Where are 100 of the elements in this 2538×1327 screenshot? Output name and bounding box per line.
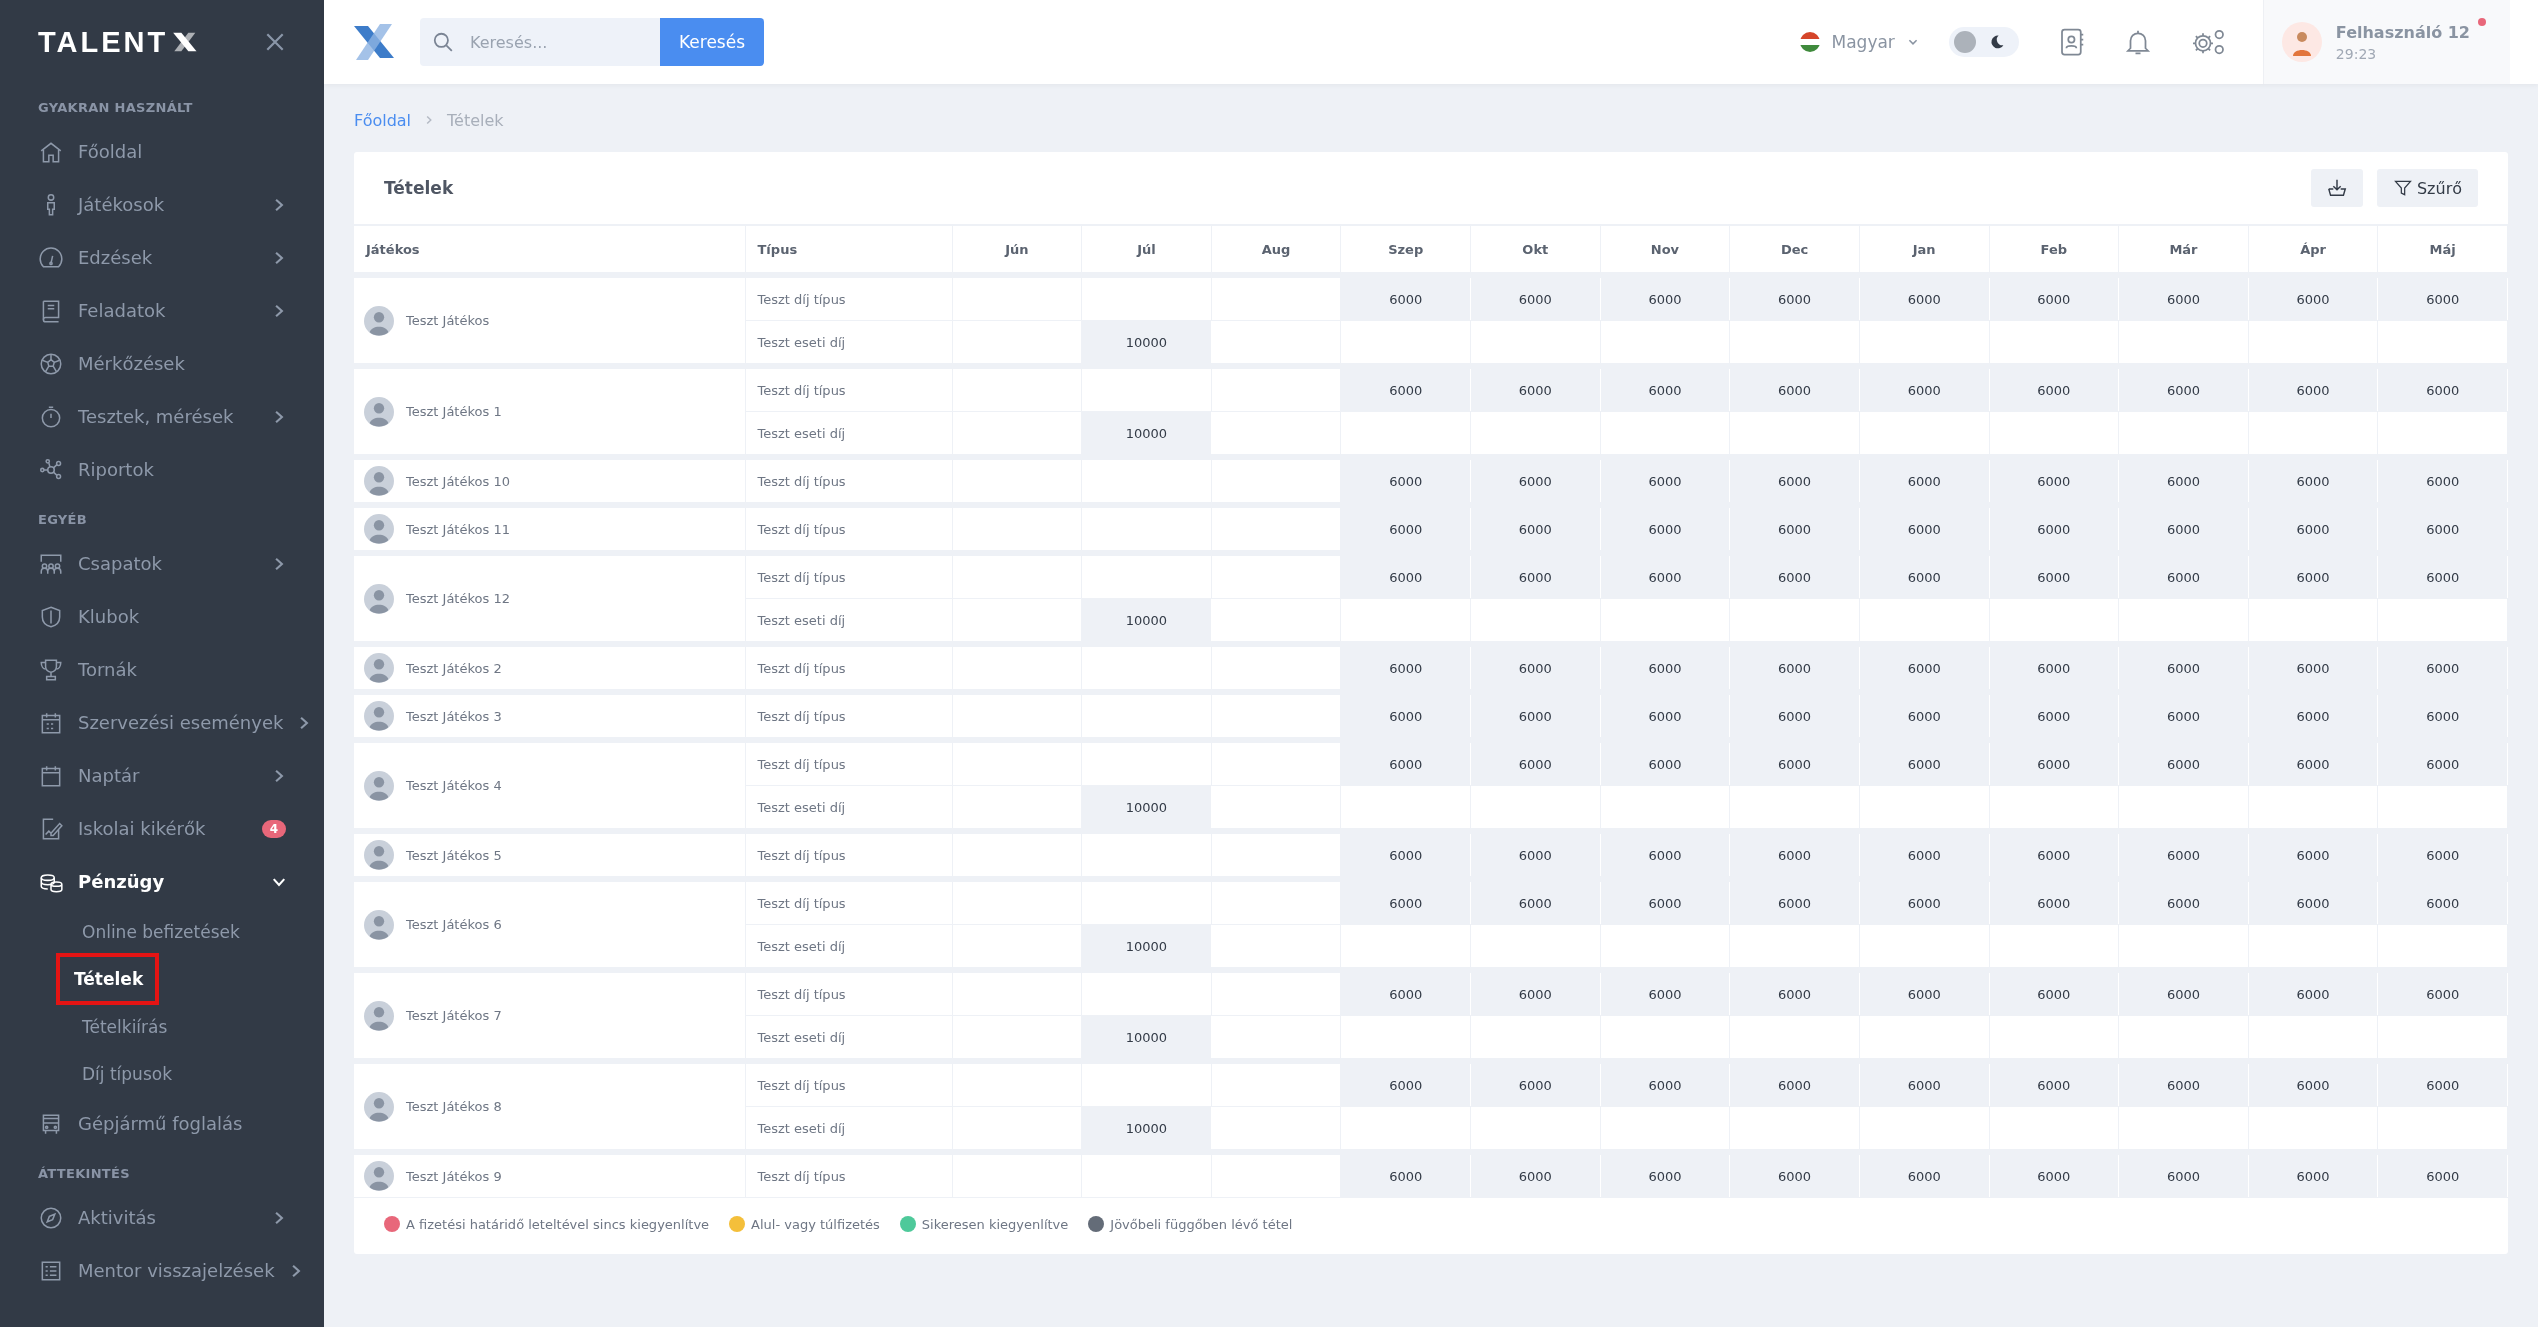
amount-cell[interactable]: 6000	[1989, 457, 2119, 505]
amount-cell[interactable]: 6000	[1989, 366, 2119, 412]
amount-cell[interactable]: 6000	[2377, 740, 2508, 786]
amount-cell[interactable]: 6000	[2377, 644, 2508, 692]
amount-cell[interactable]: 6000	[2248, 1061, 2378, 1107]
amount-cell[interactable]: 6000	[1600, 692, 1730, 740]
amount-cell[interactable]: 6000	[1600, 275, 1730, 321]
amount-cell[interactable]: 6000	[1989, 553, 2119, 599]
amount-cell[interactable]: 6000	[2118, 553, 2249, 599]
amount-cell[interactable]: 6000	[2118, 970, 2249, 1016]
download-button[interactable]	[2310, 169, 2363, 207]
amount-cell[interactable]: 6000	[1859, 275, 1989, 321]
amount-cell[interactable]: 10000	[1081, 924, 1212, 970]
amount-cell[interactable]: 6000	[1859, 644, 1989, 692]
nav-item[interactable]: Aktivitás	[38, 1191, 286, 1244]
player-name[interactable]: Teszt Játékos 4	[406, 778, 502, 793]
submenu-item[interactable]: Díj típusok	[64, 1050, 184, 1097]
amount-cell[interactable]: 6000	[1989, 831, 2119, 879]
nav-item[interactable]: Gépjármű foglalás	[38, 1097, 286, 1150]
amount-cell[interactable]: 6000	[1340, 457, 1471, 505]
amount-cell[interactable]: 6000	[1989, 1152, 2119, 1198]
amount-cell[interactable]: 6000	[1340, 879, 1471, 925]
amount-cell[interactable]: 6000	[1859, 970, 1989, 1016]
amount-cell[interactable]: 6000	[1729, 740, 1860, 786]
amount-cell[interactable]: 6000	[1859, 692, 1989, 740]
amount-cell[interactable]: 6000	[1729, 505, 1860, 553]
amount-cell[interactable]: 6000	[1600, 1061, 1730, 1107]
amount-cell[interactable]: 6000	[1470, 505, 1601, 553]
amount-cell[interactable]: 6000	[1470, 879, 1601, 925]
amount-cell[interactable]: 10000	[1081, 320, 1212, 366]
player-name[interactable]: Teszt Játékos 9	[406, 1168, 502, 1184]
amount-cell[interactable]: 6000	[2377, 1152, 2508, 1198]
amount-cell[interactable]: 6000	[1859, 740, 1989, 786]
amount-cell[interactable]: 6000	[1470, 692, 1601, 740]
amount-cell[interactable]: 10000	[1081, 1015, 1212, 1061]
amount-cell[interactable]: 6000	[2248, 553, 2378, 599]
nav-item[interactable]: Csapatok	[38, 537, 286, 590]
amount-cell[interactable]: 6000	[2377, 1061, 2508, 1107]
amount-cell[interactable]: 6000	[2248, 692, 2378, 740]
amount-cell[interactable]: 6000	[1989, 970, 2119, 1016]
amount-cell[interactable]: 6000	[1600, 1152, 1730, 1198]
nav-item[interactable]: Tornák	[38, 643, 286, 696]
amount-cell[interactable]: 6000	[1340, 366, 1471, 412]
amount-cell[interactable]: 6000	[1600, 644, 1730, 692]
amount-cell[interactable]: 6000	[1989, 644, 2119, 692]
nav-item[interactable]: Tesztek, mérések	[38, 390, 286, 443]
amount-cell[interactable]: 6000	[2377, 831, 2508, 879]
nav-item[interactable]: Klubok	[38, 590, 286, 643]
player-name[interactable]: Teszt Játékos 3	[406, 708, 502, 724]
nav-item[interactable]: Iskolai kikérők 4	[38, 802, 286, 855]
amount-cell[interactable]: 6000	[1340, 831, 1471, 879]
amount-cell[interactable]: 10000	[1081, 785, 1212, 831]
amount-cell[interactable]: 6000	[1470, 644, 1601, 692]
amount-cell[interactable]: 6000	[1470, 457, 1601, 505]
amount-cell[interactable]: 6000	[2248, 970, 2378, 1016]
amount-cell[interactable]: 6000	[1859, 879, 1989, 925]
amount-cell[interactable]: 6000	[2248, 457, 2378, 505]
amount-cell[interactable]: 6000	[2248, 644, 2378, 692]
amount-cell[interactable]: 6000	[2377, 970, 2508, 1016]
amount-cell[interactable]: 6000	[1340, 1152, 1471, 1198]
amount-cell[interactable]: 10000	[1081, 411, 1212, 457]
amount-cell[interactable]: 6000	[2118, 366, 2249, 412]
amount-cell[interactable]: 6000	[2377, 457, 2508, 505]
submenu-item[interactable]: Tételkiírás	[64, 1003, 180, 1050]
nav-item[interactable]: Főoldal	[38, 125, 286, 178]
amount-cell[interactable]: 6000	[1340, 692, 1471, 740]
nav-item[interactable]: Pénzügy	[38, 855, 286, 908]
amount-cell[interactable]: 6000	[2248, 740, 2378, 786]
amount-cell[interactable]: 6000	[1859, 831, 1989, 879]
amount-cell[interactable]: 6000	[1859, 553, 1989, 599]
amount-cell[interactable]: 6000	[2118, 275, 2249, 321]
amount-cell[interactable]: 6000	[1859, 505, 1989, 553]
amount-cell[interactable]: 6000	[2377, 553, 2508, 599]
amount-cell[interactable]: 6000	[1600, 970, 1730, 1016]
amount-cell[interactable]: 6000	[1729, 366, 1860, 412]
amount-cell[interactable]: 6000	[1729, 831, 1860, 879]
amount-cell[interactable]: 6000	[1470, 1152, 1601, 1198]
amount-cell[interactable]: 6000	[1729, 1152, 1860, 1198]
amount-cell[interactable]: 6000	[2377, 879, 2508, 925]
amount-cell[interactable]: 6000	[2118, 831, 2249, 879]
player-name[interactable]: Teszt Játékos 2	[406, 660, 502, 676]
amount-cell[interactable]: 6000	[1470, 831, 1601, 879]
amount-cell[interactable]: 6000	[2248, 831, 2378, 879]
amount-cell[interactable]: 6000	[1600, 457, 1730, 505]
nav-item[interactable]: Játékosok	[38, 178, 286, 231]
amount-cell[interactable]: 6000	[1989, 740, 2119, 786]
player-name[interactable]: Teszt Játékos 11	[406, 521, 510, 537]
amount-cell[interactable]: 6000	[1340, 644, 1471, 692]
amount-cell[interactable]: 6000	[1340, 970, 1471, 1016]
amount-cell[interactable]: 6000	[2118, 505, 2249, 553]
player-name[interactable]: Teszt Játékos	[406, 313, 490, 328]
nav-item[interactable]: Szervezési események	[38, 696, 286, 749]
nav-item[interactable]: Naptár	[38, 749, 286, 802]
nav-item[interactable]: Feladatok	[38, 284, 286, 337]
amount-cell[interactable]: 6000	[1859, 1152, 1989, 1198]
amount-cell[interactable]: 6000	[1989, 275, 2119, 321]
amount-cell[interactable]: 10000	[1081, 598, 1212, 644]
amount-cell[interactable]: 6000	[2118, 644, 2249, 692]
amount-cell[interactable]: 6000	[2377, 505, 2508, 553]
amount-cell[interactable]: 6000	[1600, 879, 1730, 925]
